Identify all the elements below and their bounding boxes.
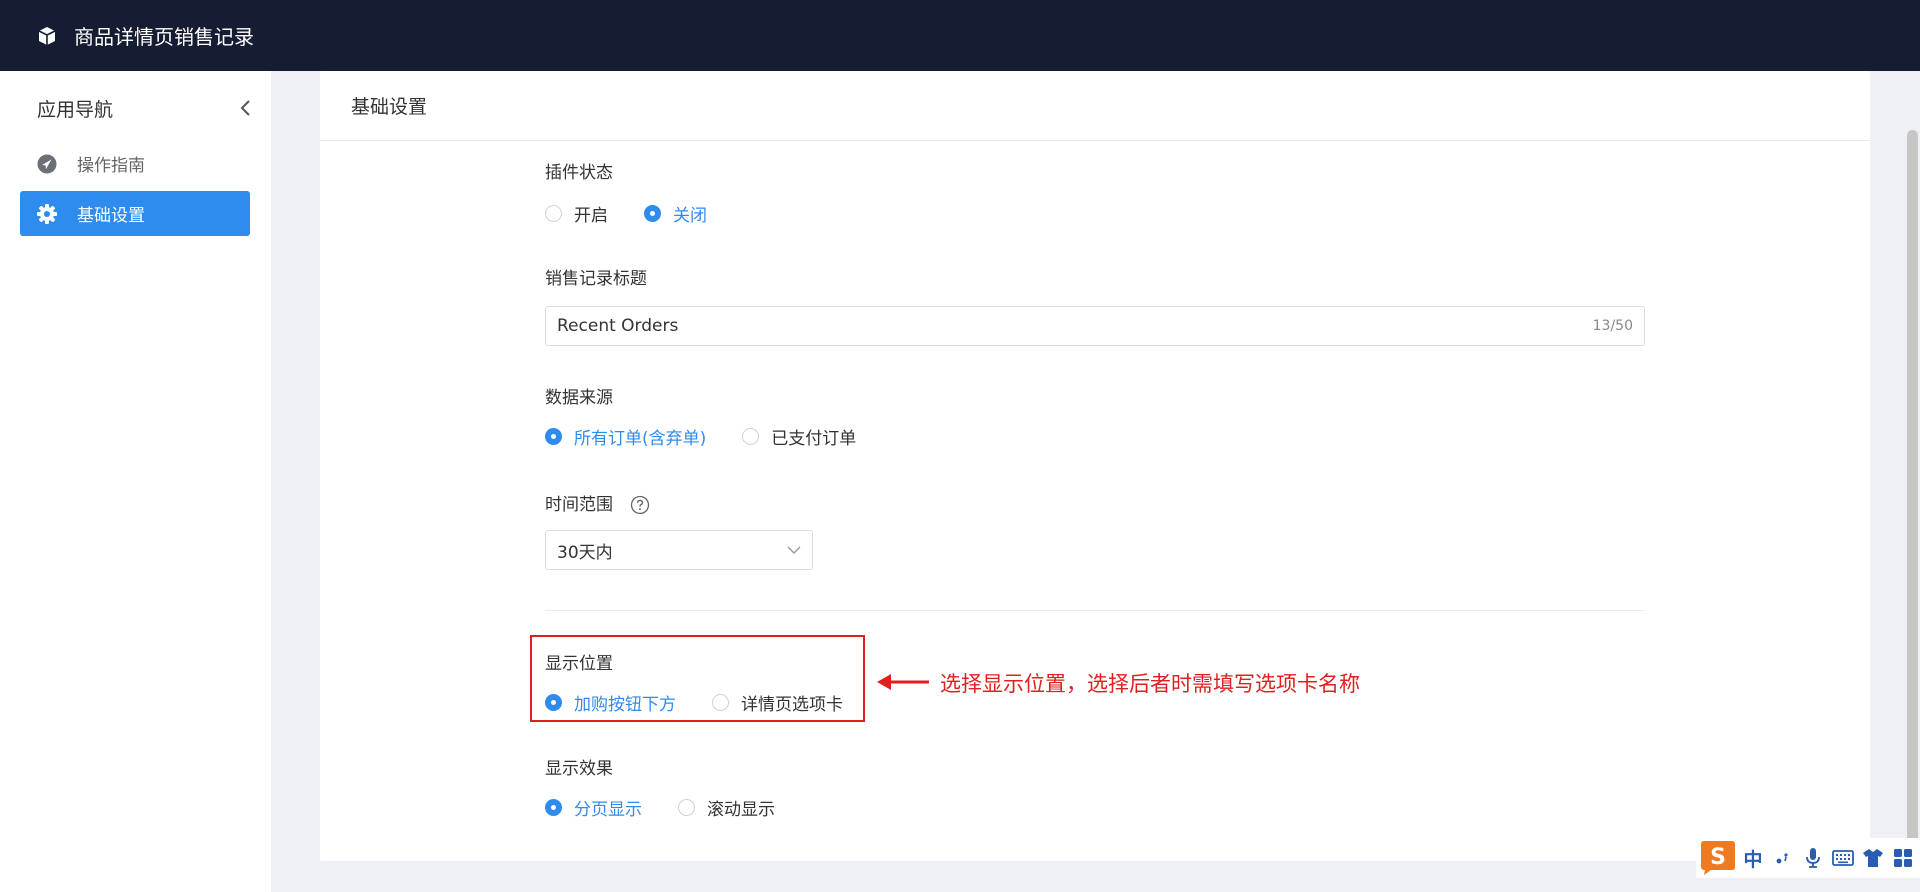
radio-circle[interactable] [644,204,661,222]
plugin-status-group: 开启 关闭 [545,200,707,226]
sogou-logo-icon[interactable]: S [1696,839,1738,877]
settings-card: 基础设置 [320,71,1870,861]
ime-mode-toggle[interactable]: 中 [1738,843,1768,873]
radio-circle[interactable] [545,204,562,222]
radio-label: 开启 [574,205,608,226]
radio-paid-orders[interactable]: 已支付订单 [742,424,856,449]
skin-icon[interactable] [1858,843,1888,873]
question-circle-icon[interactable] [630,495,650,515]
toolbox-icon[interactable] [1888,843,1918,873]
radio-label: 所有订单(含弃单) [574,428,707,449]
svg-text:S: S [1710,845,1726,870]
radio-plugin-on[interactable]: 开启 [545,201,608,226]
sidebar-item-label: 基础设置 [77,206,145,226]
annotation-arrow-icon [877,674,929,690]
radio-label: 分页显示 [574,799,642,820]
sidebar-header: 应用导航 [37,93,253,123]
time-range-label: 时间范围 [545,495,613,515]
data-source-label: 数据来源 [545,388,613,408]
microphone-icon[interactable] [1798,843,1828,873]
plugin-status-label: 插件状态 [545,163,613,183]
sidebar-heading: 应用导航 [37,98,114,121]
sales-title-input[interactable]: Recent Orders 13/50 [545,306,1645,346]
sales-title-label: 销售记录标题 [545,269,647,289]
char-counter: 13/50 [1592,318,1633,334]
radio-scroll-display[interactable]: 滚动显示 [678,795,775,820]
card-title: 基础设置 [320,71,1870,141]
app-title: 商品详情页销售记录 [74,25,254,49]
navigation-icon [36,153,58,175]
data-source-group: 所有订单(含弃单) 已支付订单 [545,423,856,449]
display-effect-group: 分页显示 滚动显示 [545,794,775,820]
top-bar: 商品详情页销售记录 [0,0,1920,71]
punctuation-icon[interactable] [1768,843,1798,873]
radio-circle[interactable] [545,427,562,445]
time-range-label-row: 时间范围 [545,490,650,515]
ime-toolbar: S 中 [1696,838,1920,878]
radio-all-orders[interactable]: 所有订单(含弃单) [545,424,706,449]
input-value: Recent Orders [557,316,679,336]
time-range-select[interactable]: 30天内 [545,530,813,570]
annotation-text: 选择显示位置，选择后者时需填写选项卡名称 [940,672,1360,696]
annotation-highlight-box [530,635,865,722]
chevron-left-icon[interactable] [239,99,253,117]
display-effect-label: 显示效果 [545,759,613,779]
sidebar-item-label: 操作指南 [77,156,145,176]
radio-circle[interactable] [678,798,695,816]
radio-paged-display[interactable]: 分页显示 [545,795,642,820]
radio-circle[interactable] [545,798,562,816]
radio-plugin-off[interactable]: 关闭 [644,201,707,226]
section-divider [545,610,1645,611]
box-icon [36,25,58,47]
radio-label: 已支付订单 [771,428,857,449]
radio-label: 关闭 [673,205,707,226]
chevron-down-icon [787,545,801,555]
gear-icon [36,203,58,225]
sidebar-item-guide[interactable]: 操作指南 [20,141,250,186]
keyboard-icon[interactable] [1828,843,1858,873]
sidebar-item-settings[interactable]: 基础设置 [20,191,250,236]
sidebar: 应用导航 操作指南 基础设置 [0,71,271,892]
radio-label: 滚动显示 [707,799,775,820]
select-value: 30天内 [557,542,613,563]
page-scrollbar[interactable] [1907,130,1918,870]
radio-circle[interactable] [742,427,760,445]
